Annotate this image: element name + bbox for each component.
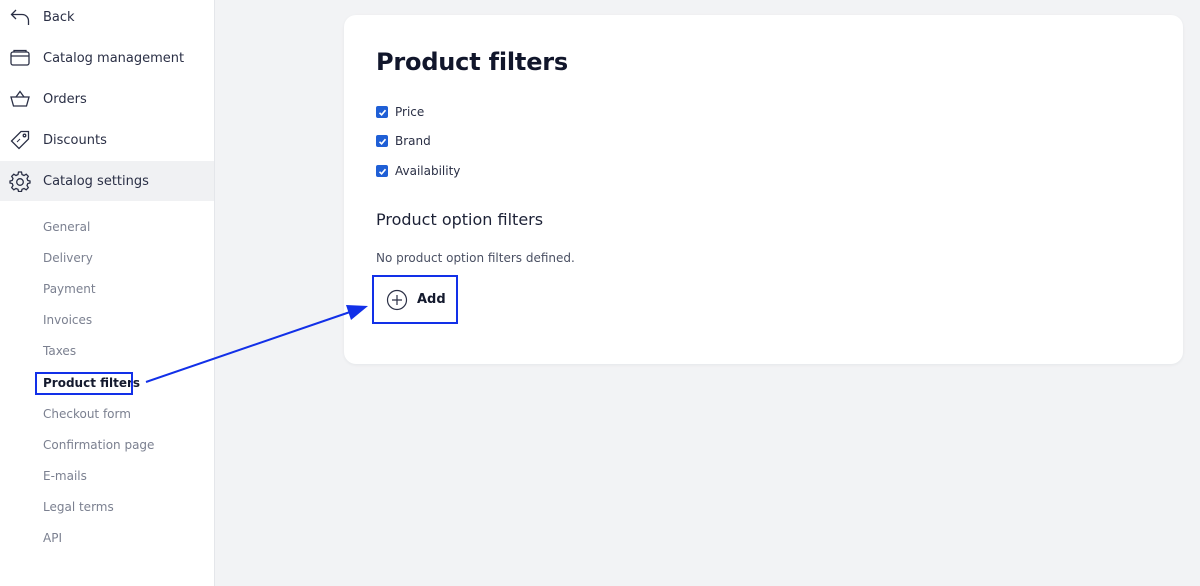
subnav-invoices[interactable]: Invoices [43,312,92,328]
plus-circle-icon [386,289,408,311]
subnav-checkout-form[interactable]: Checkout form [43,406,131,422]
option-filters-section-title: Product option filters [376,210,544,229]
nav-back[interactable]: Back [0,0,214,37]
subnav-taxes[interactable]: Taxes [43,343,76,359]
subnav-emails[interactable]: E-mails [43,468,87,484]
nav-orders-label: Orders [43,91,87,107]
nav-discounts[interactable]: Discounts [0,120,214,160]
nav-back-label: Back [43,9,75,25]
page-title: Product filters [376,48,569,76]
gear-icon [8,169,32,193]
checkbox-checked-icon [376,106,388,118]
nav-catalog-settings[interactable]: Catalog settings [0,161,214,201]
add-option-filter-button[interactable]: Add [372,275,458,324]
nav-discounts-label: Discounts [43,132,107,148]
product-filters-card: Product filters Price Brand Availability… [344,15,1183,364]
tag-icon [8,128,32,152]
back-arrow-icon [8,5,32,29]
basket-icon [8,87,32,111]
subnav-delivery[interactable]: Delivery [43,250,93,266]
subnav-api[interactable]: API [43,530,62,546]
subnav-confirmation-page[interactable]: Confirmation page [43,437,154,453]
checkbox-checked-icon [376,165,388,177]
filter-brand-label: Brand [395,134,431,148]
subnav-product-filters[interactable]: Product filters [43,375,140,391]
nav-catalog-management[interactable]: Catalog management [0,38,214,78]
subnav-general[interactable]: General [43,219,90,235]
checkbox-checked-icon [376,135,388,147]
sidebar: Back Catalog management Orders Discounts… [0,0,215,586]
add-button-label: Add [417,292,446,307]
filter-brand-checkbox[interactable]: Brand [376,133,431,149]
nav-catalog-settings-label: Catalog settings [43,173,149,189]
nav-orders[interactable]: Orders [0,79,214,119]
empty-option-filters-message: No product option filters defined. [376,251,575,265]
filter-availability-label: Availability [395,164,461,178]
nav-catalog-management-label: Catalog management [43,50,185,66]
folder-icon [8,46,32,70]
filter-availability-checkbox[interactable]: Availability [376,163,460,179]
subnav-legal-terms[interactable]: Legal terms [43,499,114,515]
subnav-payment[interactable]: Payment [43,281,96,297]
filter-price-checkbox[interactable]: Price [376,104,424,120]
filter-price-label: Price [395,105,425,119]
